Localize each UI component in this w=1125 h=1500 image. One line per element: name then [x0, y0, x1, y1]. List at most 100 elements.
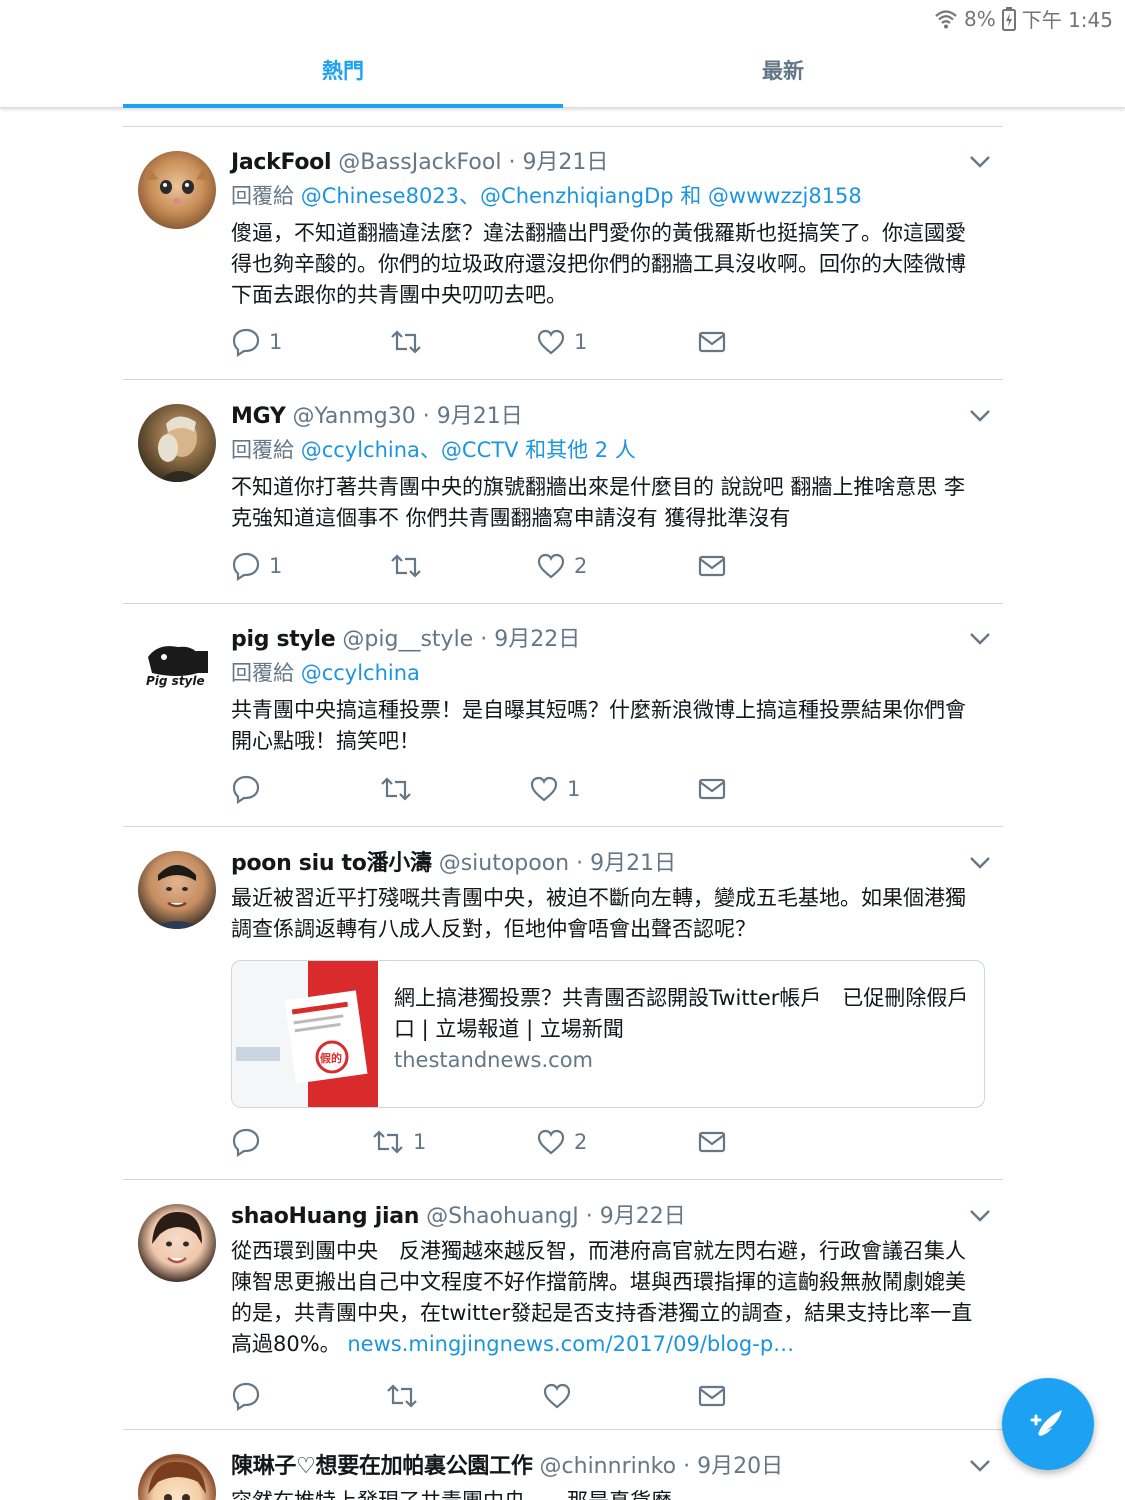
tab-latest[interactable]: 最新: [563, 36, 1003, 108]
tab-top[interactable]: 熱門: [123, 36, 563, 108]
tweet-actions: 1: [231, 769, 791, 809]
retweet-icon: [381, 777, 411, 801]
retweet-button[interactable]: [385, 1376, 427, 1416]
heart-icon: [537, 1129, 565, 1155]
direct-message-button[interactable]: [697, 769, 727, 809]
tweet-actions: 1 2: [231, 546, 791, 586]
retweet-button[interactable]: [379, 769, 421, 809]
retweet-button[interactable]: 1: [371, 1122, 426, 1162]
retweet-button[interactable]: [389, 546, 431, 586]
divider: [123, 1179, 1003, 1180]
reply-button[interactable]: 1: [231, 322, 282, 362]
message-icon: [698, 778, 726, 800]
reply-button[interactable]: [231, 1376, 269, 1416]
avatar[interactable]: [138, 851, 216, 929]
reply-prefix: 回覆給: [231, 438, 294, 462]
chevron-down-icon[interactable]: [967, 625, 993, 662]
display-name[interactable]: pig style: [231, 627, 336, 652]
display-name[interactable]: JackFool: [231, 150, 332, 175]
like-button[interactable]: 2: [536, 546, 587, 586]
reply-icon: [232, 552, 260, 581]
tweet-date[interactable]: 9月22日: [494, 627, 580, 652]
tweet-feed[interactable]: JackFool @BassJackFool · 9月21日 回覆給 @Chin…: [123, 108, 1003, 1500]
tweet-date[interactable]: 9月22日: [600, 1204, 686, 1229]
reply-mentions[interactable]: @ccylchina: [301, 661, 420, 685]
reply-icon: [232, 328, 260, 357]
tweet-text: 從西環到團中央 反港獨越來越反智，而港府高官就左閃右避，行政會議召集人陳智思更搬…: [231, 1236, 981, 1360]
display-name[interactable]: poon siu to潘小濤: [231, 851, 432, 876]
reply-button[interactable]: 1: [231, 546, 282, 586]
direct-message-button[interactable]: [697, 546, 727, 586]
divider: [123, 826, 1003, 827]
tweet-header: pig style @pig__style · 9月22日: [231, 623, 990, 657]
reply-mentions[interactable]: @Chinese8023、@ChenzhiqiangDp 和 @wwwzzj81…: [301, 184, 862, 208]
direct-message-button[interactable]: [697, 322, 727, 362]
separator: ·: [576, 851, 584, 876]
tweet-actions: [231, 1376, 791, 1416]
chevron-down-icon[interactable]: [967, 1202, 993, 1239]
reply-mentions[interactable]: @ccylchina、@CCTV 和其他 2 人: [301, 438, 636, 462]
user-handle[interactable]: @ShaohuangJ: [426, 1204, 579, 1229]
avatar[interactable]: [138, 151, 216, 229]
message-icon: [698, 331, 726, 353]
avatar[interactable]: [138, 1454, 216, 1500]
tweet[interactable]: poon siu to潘小濤 @siutopoon · 9月21日 最近被習近平…: [123, 847, 1003, 1179]
tweet-link[interactable]: news.mingjingnews.com/2017/09/blog-p…: [347, 1332, 794, 1356]
avatar[interactable]: [138, 404, 216, 482]
reply-context: 回覆給 @Chinese8023、@ChenzhiqiangDp 和 @wwwz…: [231, 180, 981, 212]
avatar[interactable]: Pig style: [138, 627, 216, 705]
like-button[interactable]: [542, 1376, 580, 1416]
display-name[interactable]: MGY: [231, 404, 286, 429]
divider: [123, 379, 1003, 380]
user-handle[interactable]: @Yanmg30: [293, 404, 416, 429]
direct-message-button[interactable]: [697, 1376, 727, 1416]
chevron-down-icon[interactable]: [967, 849, 993, 886]
tweet[interactable]: MGY @Yanmg30 · 9月21日 回覆給 @ccylchina、@CCT…: [123, 400, 1003, 604]
reply-button[interactable]: [231, 1122, 269, 1162]
compose-tweet-button[interactable]: [1002, 1378, 1094, 1470]
tweet[interactable]: Pig style pig style @pig__style · 9月22日 …: [123, 623, 1003, 827]
reply-context: 回覆給 @ccylchina: [231, 657, 981, 689]
like-button[interactable]: 2: [536, 1122, 587, 1162]
heart-icon: [537, 329, 565, 355]
chevron-down-icon[interactable]: [967, 1452, 993, 1489]
user-handle[interactable]: @chinnrinko: [540, 1454, 677, 1479]
display-name[interactable]: shaoHuang jian: [231, 1204, 419, 1229]
tab-bar: 熱門 最新: [0, 36, 1125, 108]
divider: [123, 126, 1003, 127]
tweet-text: 最近被習近平打殘嘅共青團中央，被迫不斷向左轉，變成五毛基地。如果個港獨調查係調返…: [231, 886, 966, 941]
divider: [123, 603, 1003, 604]
reply-prefix: 回覆給: [231, 661, 294, 685]
link-card[interactable]: 假的 網上搞港獨投票？共青團否認開設Twitter帳戶 已促刪除假戶口 | 立場…: [231, 960, 985, 1108]
tweet-header: shaoHuang jian @ShaohuangJ · 9月22日: [231, 1200, 990, 1234]
tweet[interactable]: 陳琳子♡想要在加帕裏公園工作 @chinnrinko · 9月20日 突然在推特…: [123, 1450, 1003, 1500]
chevron-down-icon[interactable]: [967, 402, 993, 439]
tweet[interactable]: JackFool @BassJackFool · 9月21日 回覆給 @Chin…: [123, 146, 1003, 380]
tweet-date[interactable]: 9月21日: [522, 150, 608, 175]
card-thumbnail: 假的: [232, 961, 378, 1107]
divider: [123, 1429, 1003, 1430]
retweet-icon: [391, 330, 421, 354]
tweet-date[interactable]: 9月20日: [697, 1454, 783, 1479]
avatar-logo-text: Pig style: [146, 674, 205, 688]
like-count: 1: [567, 777, 581, 801]
reply-button[interactable]: [231, 769, 269, 809]
like-button[interactable]: 1: [529, 769, 580, 809]
separator: ·: [683, 1454, 691, 1479]
display-name[interactable]: 陳琳子♡想要在加帕裏公園工作: [231, 1454, 533, 1479]
tweet-actions: 1 2: [231, 1122, 791, 1162]
tweet-date[interactable]: 9月21日: [590, 851, 676, 876]
user-handle[interactable]: @pig__style: [342, 627, 473, 652]
heart-icon: [537, 553, 565, 579]
tweet-date[interactable]: 9月21日: [437, 404, 523, 429]
retweet-button[interactable]: [389, 322, 431, 362]
user-handle[interactable]: @BassJackFool: [338, 150, 501, 175]
direct-message-button[interactable]: [697, 1122, 727, 1162]
like-button[interactable]: 1: [536, 322, 587, 362]
user-handle[interactable]: @siutopoon: [439, 851, 569, 876]
separator: ·: [508, 150, 516, 175]
chevron-down-icon[interactable]: [967, 148, 993, 185]
tweet[interactable]: shaoHuang jian @ShaohuangJ · 9月22日 從西環到團…: [123, 1200, 1003, 1430]
avatar[interactable]: [138, 1204, 216, 1282]
like-count: 1: [574, 330, 588, 354]
